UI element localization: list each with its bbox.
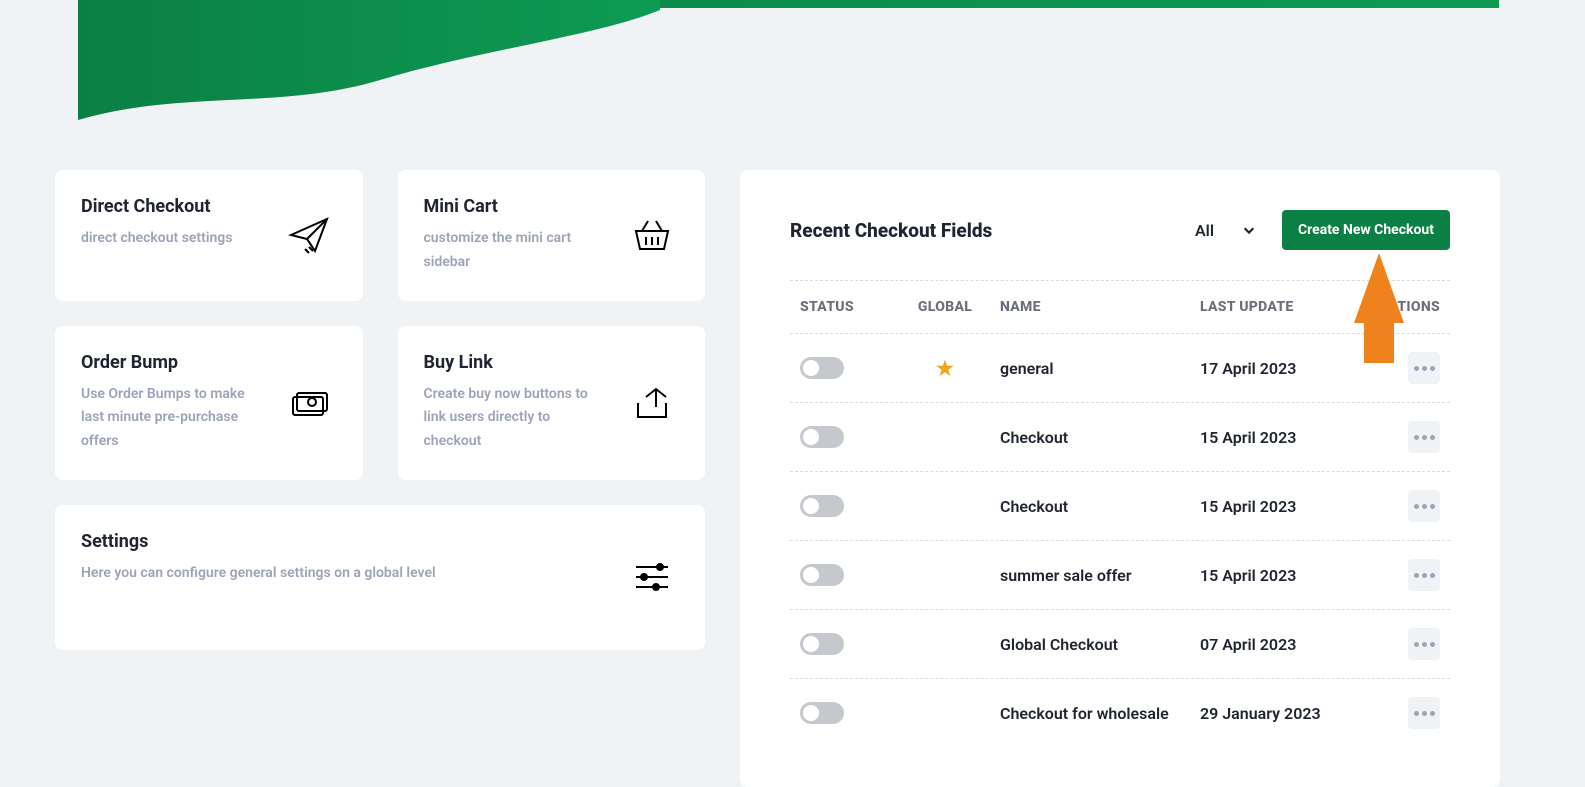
last-update: 15 April 2023: [1200, 566, 1370, 585]
col-header-status: STATUS: [800, 299, 900, 315]
status-toggle[interactable]: [800, 426, 844, 448]
status-toggle[interactable]: [800, 633, 844, 655]
last-update: 29 January 2023: [1200, 704, 1370, 723]
card-direct-checkout[interactable]: Direct Checkout direct checkout settings: [55, 170, 363, 301]
card-desc: direct checkout settings: [81, 227, 267, 251]
table-row: Global Checkout07 April 2023: [790, 609, 1450, 678]
basket-icon: [624, 196, 679, 275]
card-title: Mini Cart: [424, 196, 610, 217]
star-icon: ★: [936, 356, 954, 380]
row-actions-button[interactable]: [1408, 352, 1440, 384]
checkout-name: Checkout for wholesale: [990, 704, 1200, 723]
checkout-name: Checkout: [990, 428, 1200, 447]
card-desc: Use Order Bumps to make last minute pre-…: [81, 383, 267, 454]
card-title: Buy Link: [424, 352, 610, 373]
filter-selected-label: All: [1195, 221, 1214, 240]
col-header-update: LAST UPDATE: [1200, 299, 1370, 315]
sliders-icon: [624, 531, 679, 624]
status-toggle[interactable]: [800, 702, 844, 724]
filter-dropdown[interactable]: All: [1187, 217, 1264, 244]
card-title: Direct Checkout: [81, 196, 267, 217]
checkout-name: general: [990, 359, 1200, 378]
row-actions-button[interactable]: [1408, 490, 1440, 522]
table-row: ★ general17 April 2023: [790, 333, 1450, 402]
checkout-name: summer sale offer: [990, 566, 1200, 585]
table-row: Checkout15 April 2023: [790, 402, 1450, 471]
table-row: Checkout for wholesale29 January 2023: [790, 678, 1450, 747]
card-buy-link[interactable]: Buy Link Create buy now buttons to link …: [398, 326, 706, 480]
card-settings[interactable]: Settings Here you can configure general …: [55, 505, 705, 650]
row-actions-button[interactable]: [1408, 628, 1440, 660]
share-icon: [624, 352, 679, 454]
table-row: summer sale offer15 April 2023: [790, 540, 1450, 609]
card-desc: customize the mini cart sidebar: [424, 227, 610, 275]
card-order-bump[interactable]: Order Bump Use Order Bumps to make last …: [55, 326, 363, 480]
status-toggle[interactable]: [800, 495, 844, 517]
card-mini-cart[interactable]: Mini Cart customize the mini cart sideba…: [398, 170, 706, 301]
checkout-name: Global Checkout: [990, 635, 1200, 654]
card-title: Settings: [81, 531, 609, 552]
last-update: 15 April 2023: [1200, 497, 1370, 516]
checkout-name: Checkout: [990, 497, 1200, 516]
col-header-global: GLOBAL: [900, 299, 990, 315]
header-wave: [0, 0, 1585, 130]
last-update: 07 April 2023: [1200, 635, 1370, 654]
card-desc: Create buy now buttons to link users dir…: [424, 383, 610, 454]
chevron-down-icon: [1242, 223, 1256, 237]
status-toggle[interactable]: [800, 564, 844, 586]
recent-checkouts-panel: Recent Checkout Fields All Create New Ch…: [740, 170, 1500, 787]
settings-cards-grid: Direct Checkout direct checkout settings…: [55, 170, 705, 787]
card-title: Order Bump: [81, 352, 267, 373]
row-actions-button[interactable]: [1408, 697, 1440, 729]
table-row: Checkout15 April 2023: [790, 471, 1450, 540]
last-update: 15 April 2023: [1200, 428, 1370, 447]
row-actions-button[interactable]: [1408, 559, 1440, 591]
row-actions-button[interactable]: [1408, 421, 1440, 453]
cash-icon: [282, 352, 337, 454]
status-toggle[interactable]: [800, 357, 844, 379]
table-header-row: STATUS GLOBAL NAME LAST UPDATE ACTIONS: [790, 280, 1450, 333]
create-new-checkout-button[interactable]: Create New Checkout: [1282, 210, 1450, 250]
col-header-actions: ACTIONS: [1370, 299, 1440, 315]
last-update: 17 April 2023: [1200, 359, 1370, 378]
paper-plane-icon: [282, 196, 337, 275]
col-header-name: NAME: [990, 299, 1200, 315]
panel-title: Recent Checkout Fields: [790, 219, 992, 242]
card-desc: Here you can configure general settings …: [81, 562, 609, 586]
